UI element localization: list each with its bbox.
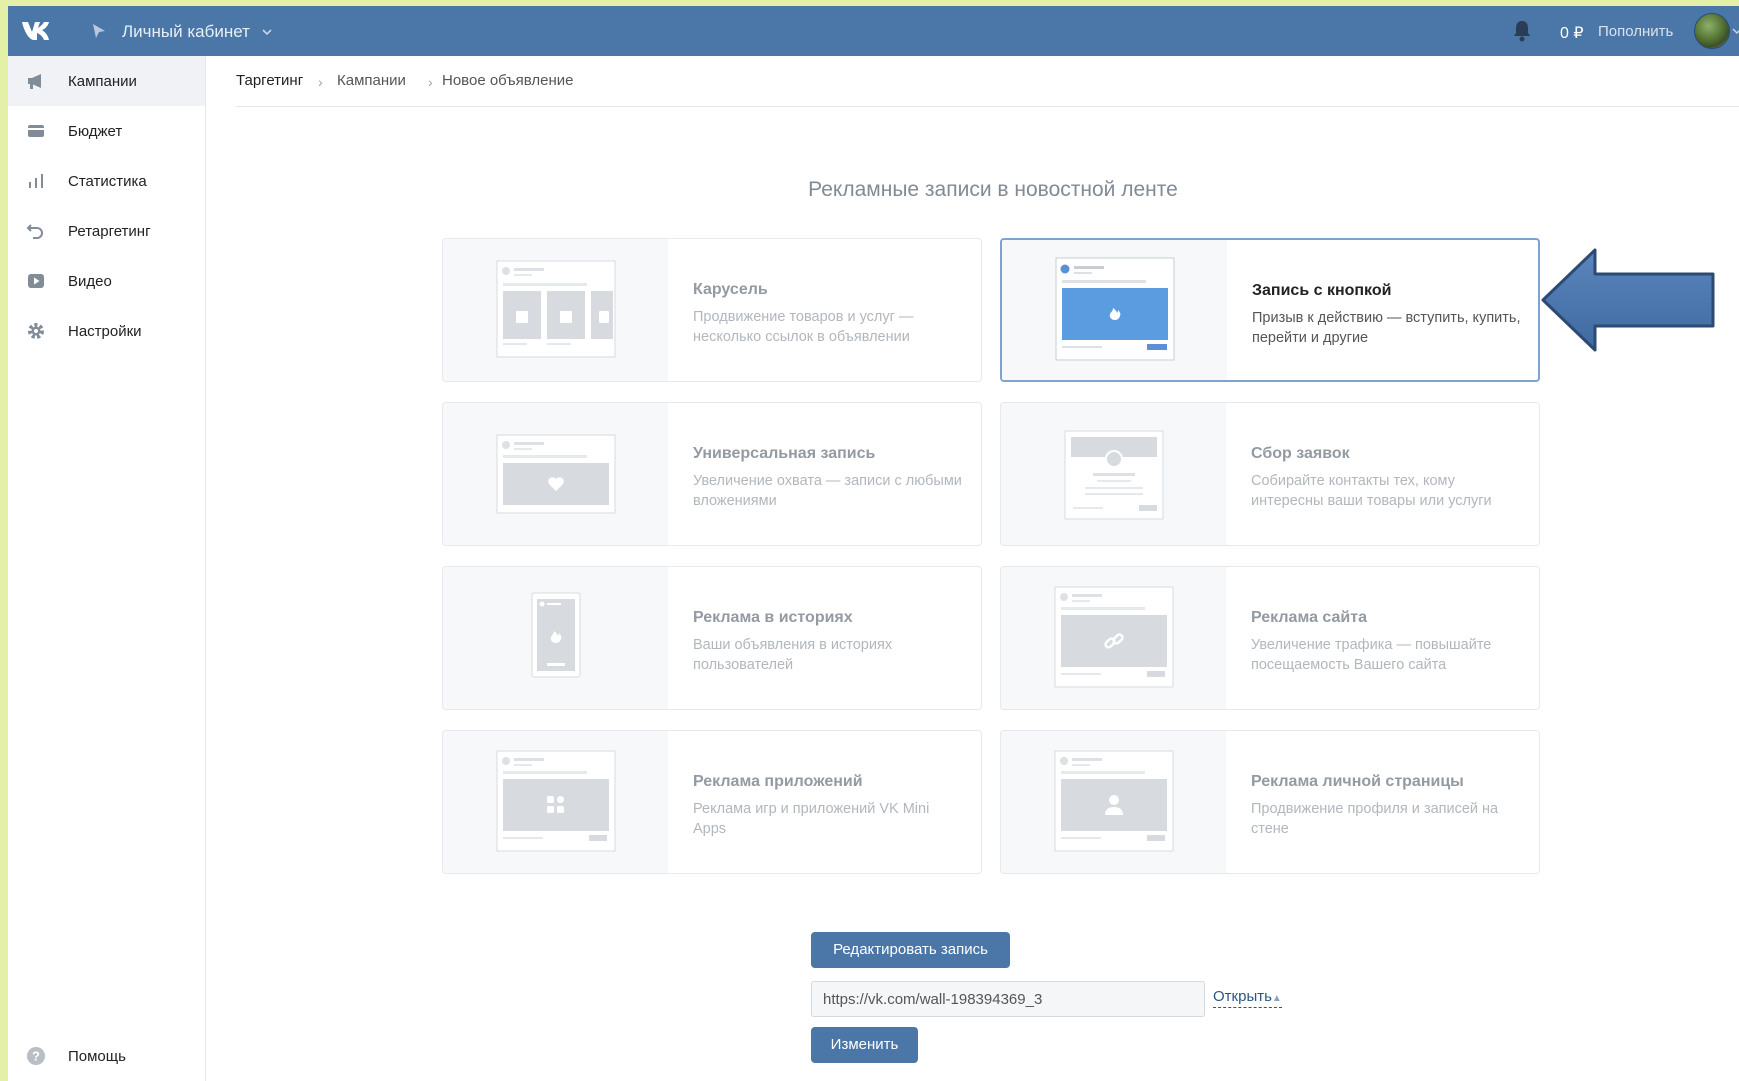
card-title: Реклама приложений <box>693 773 863 790</box>
carousel-preview-icon <box>443 239 668 381</box>
card-title: Сбор заявок <box>1251 445 1350 462</box>
sidebar-item-retargeting[interactable]: Ретаргетинг <box>8 206 205 256</box>
app-window: Личный кабинет 0 ₽ Пополнить Кампании Бю… <box>8 6 1739 1081</box>
card-description: Продвижение профиля и записей на стене <box>1251 801 1499 837</box>
sidebar-item-label: Помощь <box>68 1048 126 1065</box>
section-title: Рекламные записи в новостной ленте <box>808 178 1178 201</box>
apps-preview-icon <box>443 731 668 873</box>
sidebar-item-label: Настройки <box>68 323 142 340</box>
sidebar-item-help[interactable]: ? Помощь <box>8 1031 205 1081</box>
ad-format-card-apps[interactable]: Реклама приложений Реклама игр и приложе… <box>442 730 982 874</box>
ad-format-card-carousel[interactable]: Карусель Продвижение товаров и услуг — н… <box>442 238 982 382</box>
sidebar-item-video[interactable]: Видео <box>8 256 205 306</box>
ad-format-card-profile[interactable]: Реклама личной страницы Продвижение проф… <box>1000 730 1540 874</box>
card-description: Собирайте контакты тех, кому интересны в… <box>1251 473 1492 509</box>
sidebar-item-label: Бюджет <box>68 123 123 140</box>
open-link[interactable]: Открыть▲ <box>1213 988 1282 1008</box>
breadcrumb-new-ad: Новое объявление <box>442 72 574 89</box>
card-description: Призыв к действию — вступить, купить, пе… <box>1252 310 1521 346</box>
edit-post-button[interactable]: Редактировать запись <box>811 932 1010 968</box>
breadcrumb-campaigns[interactable]: Кампании <box>337 72 406 89</box>
ad-format-card-lead-form[interactable]: Сбор заявок Собирайте контакты тех, кому… <box>1000 402 1540 546</box>
cursor-flag-icon <box>93 24 105 38</box>
card-description: Ваши объявления в историях пользователей <box>693 637 893 673</box>
button-post-preview-icon <box>1002 240 1227 380</box>
card-title: Запись с кнопкой <box>1252 282 1392 299</box>
sidebar-item-label: Видео <box>68 273 112 290</box>
breadcrumb-separator: › <box>318 74 323 90</box>
universal-post-preview-icon <box>443 403 668 545</box>
topup-link[interactable]: Пополнить <box>1598 23 1673 40</box>
open-link-label: Открыть <box>1213 988 1272 1005</box>
card-title: Реклама личной страницы <box>1251 773 1464 790</box>
cabinet-title[interactable]: Личный кабинет <box>122 22 250 42</box>
sidebar-item-label: Ретаргетинг <box>68 223 151 240</box>
card-description: Реклама игр и приложений VK Mini Apps <box>693 801 930 837</box>
card-title: Реклама в историях <box>693 609 853 626</box>
arrow-up-icon: ▲ <box>1271 993 1282 1004</box>
card-description: Продвижение товаров и услуг — несколько … <box>693 309 914 345</box>
bell-icon[interactable] <box>1511 19 1533 43</box>
svg-text:?: ? <box>32 1049 40 1064</box>
link-preview-icon <box>1001 567 1226 709</box>
gear-icon <box>28 323 44 339</box>
sidebar-item-label: Кампании <box>68 73 137 90</box>
sidebar-item-statistics[interactable]: Статистика <box>8 156 205 206</box>
sidebar-item-budget[interactable]: Бюджет <box>8 106 205 156</box>
sidebar-item-label: Статистика <box>68 173 147 190</box>
lead-form-preview-icon <box>1001 403 1226 545</box>
sidebar-item-settings[interactable]: Настройки <box>8 306 205 356</box>
ad-format-card-button-post[interactable]: Запись с кнопкой Призыв к действию — вст… <box>1000 238 1540 382</box>
ad-format-card-universal-post[interactable]: Универсальная запись Увеличение охвата —… <box>442 402 982 546</box>
card-title: Универсальная запись <box>693 445 876 462</box>
divider <box>236 106 1739 107</box>
wallet-icon <box>28 125 44 137</box>
chevron-down-icon[interactable] <box>261 26 273 38</box>
left-arrow-annotation-icon <box>1541 248 1715 352</box>
breadcrumb-separator: › <box>428 74 433 90</box>
card-description: Увеличение трафика — повышайте посещаемо… <box>1251 637 1492 673</box>
sidebar-item-campaigns[interactable]: Кампании <box>8 56 205 106</box>
post-url-input[interactable] <box>811 981 1205 1017</box>
help-icon: ? <box>27 1047 45 1065</box>
avatar[interactable] <box>1694 13 1730 49</box>
play-icon <box>28 274 44 288</box>
card-description: Увеличение охвата — записи с любыми влож… <box>693 473 962 509</box>
sidebar: Кампании Бюджет Статистика Ретаргетинг В… <box>8 56 206 1081</box>
chevron-down-icon[interactable] <box>1732 26 1739 36</box>
profile-preview-icon <box>1001 731 1226 873</box>
change-button[interactable]: Изменить <box>811 1027 918 1063</box>
card-title: Реклама сайта <box>1251 609 1367 626</box>
ad-format-card-stories[interactable]: Реклама в историях Ваши объявления в ист… <box>442 566 982 710</box>
vk-logo-icon[interactable] <box>20 19 56 43</box>
breadcrumb-targeting[interactable]: Таргетинг <box>236 72 303 89</box>
card-title: Карусель <box>693 281 768 298</box>
undo-arrow-icon <box>26 224 43 239</box>
bar-chart-icon <box>29 174 43 188</box>
ad-format-card-website[interactable]: Реклама сайта Увеличение трафика — повыш… <box>1000 566 1540 710</box>
top-bar: Личный кабинет 0 ₽ Пополнить <box>8 6 1739 56</box>
megaphone-icon <box>28 74 41 89</box>
balance-amount: 0 ₽ <box>1560 25 1584 42</box>
stories-preview-icon <box>443 567 668 709</box>
